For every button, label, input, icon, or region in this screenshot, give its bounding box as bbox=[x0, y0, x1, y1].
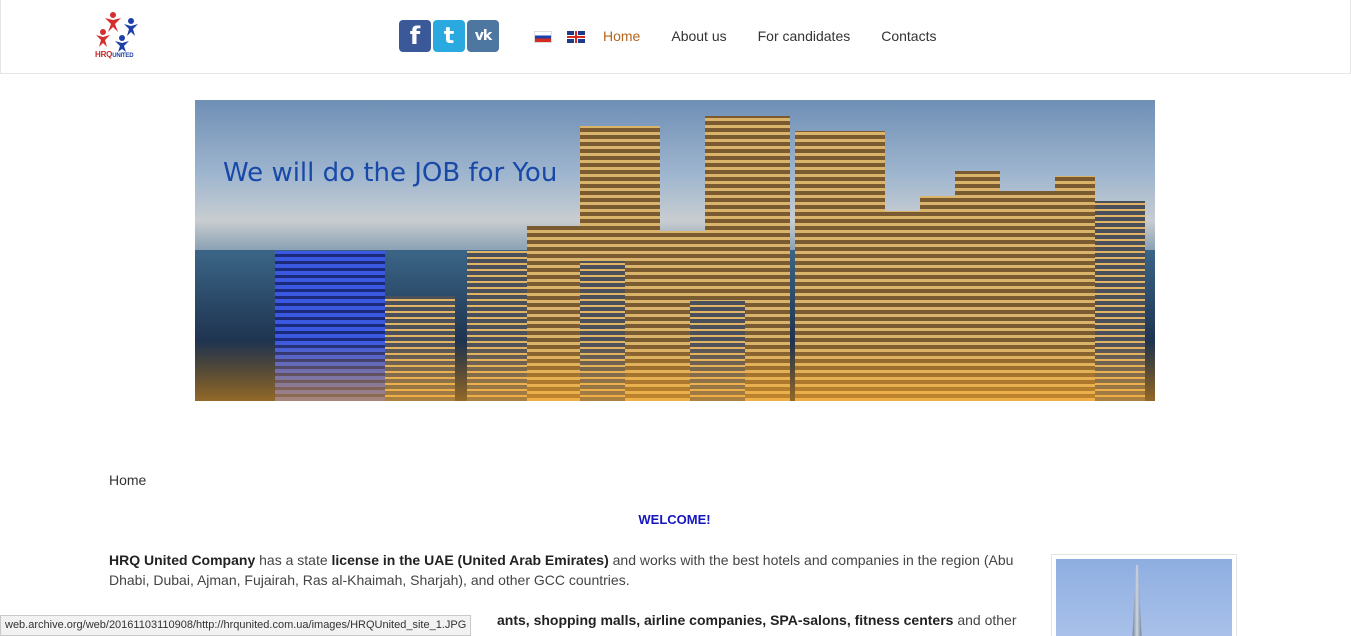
facebook-icon[interactable]: f bbox=[399, 20, 431, 52]
breadcrumb: Home bbox=[109, 472, 147, 488]
english-flag-icon[interactable] bbox=[567, 31, 585, 43]
nav-home[interactable]: Home bbox=[603, 28, 640, 44]
twitter-icon[interactable]: t bbox=[433, 20, 465, 52]
banner-tagline: We will do the JOB for You bbox=[223, 158, 558, 188]
status-bar-url: web.archive.org/web/20161103110908/http:… bbox=[0, 615, 472, 636]
language-switcher bbox=[534, 31, 585, 43]
logo-people-icon bbox=[96, 12, 138, 52]
burj-khalifa-image bbox=[1051, 554, 1237, 636]
logo-text: HRQUNITED bbox=[95, 50, 134, 59]
site-header: HRQUNITED f t vk Home About us For candi… bbox=[0, 0, 1351, 74]
welcome-heading: WELCOME! bbox=[638, 512, 711, 527]
nav-about-us[interactable]: About us bbox=[671, 28, 726, 44]
intro-paragraph: HRQ United Company has a state license i… bbox=[109, 552, 1014, 588]
russian-flag-icon[interactable] bbox=[534, 31, 552, 43]
hero-banner: We will do the JOB for You bbox=[195, 100, 1155, 401]
logo[interactable]: HRQUNITED bbox=[91, 10, 143, 62]
nav-contacts[interactable]: Contacts bbox=[881, 28, 936, 44]
nav-for-candidates[interactable]: For candidates bbox=[758, 28, 851, 44]
vk-icon[interactable]: vk bbox=[467, 20, 499, 52]
social-links: f t vk bbox=[399, 20, 499, 52]
main-nav: Home About us For candidates Contacts bbox=[603, 28, 967, 44]
